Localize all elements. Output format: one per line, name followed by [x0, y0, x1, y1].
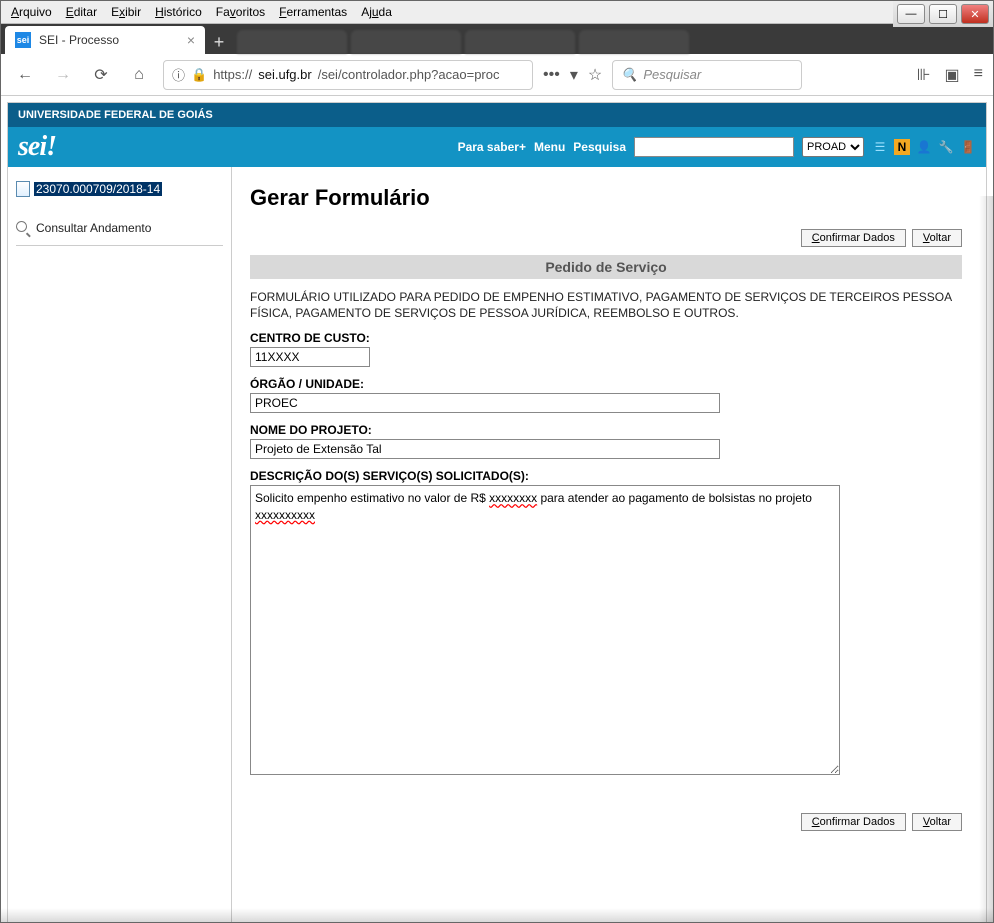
- sidebar-divider: [16, 245, 223, 246]
- url-path: /sei/controlador.php?acao=proc: [318, 67, 500, 82]
- sei-search-input[interactable]: [634, 137, 794, 157]
- tab-close-icon[interactable]: ×: [187, 32, 195, 48]
- sidebar-icon[interactable]: ▣: [945, 65, 960, 85]
- tab-title: SEI - Processo: [39, 33, 119, 47]
- confirmar-dados-button-top[interactable]: Confirmar Dados: [801, 229, 906, 247]
- label-nome-projeto: NOME DO PROJETO:: [250, 423, 962, 437]
- tab-active[interactable]: sei SEI - Processo ×: [5, 26, 205, 54]
- search-icon: 🔍: [621, 67, 637, 83]
- app-menubar: Arquivo Editar Exibir Histórico Favorito…: [1, 1, 993, 24]
- novidades-icon[interactable]: N: [894, 139, 910, 155]
- bookmark-star-icon[interactable]: ☆: [588, 65, 602, 85]
- button-row-top: Confirmar Dados Voltar: [250, 229, 962, 247]
- menu-exibir[interactable]: Exibir: [105, 3, 147, 21]
- form-pane: Gerar Formulário Confirmar Dados Voltar …: [232, 167, 986, 922]
- sei-toolbar-icons: ☰ N 👤 🔧 🚪: [872, 139, 976, 155]
- tab-favicon: sei: [15, 32, 31, 48]
- url-scheme: https://: [213, 67, 252, 82]
- page-viewport: UNIVERSIDADE FEDERAL DE GOIÁS sei! Para …: [1, 96, 993, 922]
- browser-window: — ☐ ✕ Arquivo Editar Exibir Histórico Fa…: [0, 0, 994, 923]
- more-actions-icon[interactable]: •••: [543, 66, 560, 84]
- link-menu[interactable]: Menu: [534, 140, 565, 154]
- browser-toolbar: ← → ⟳ ⌂ ⓘ 🔒 https:// sei.ufg.br/sei/contr…: [1, 54, 993, 96]
- control-processes-icon[interactable]: ☰: [872, 139, 888, 155]
- home-button[interactable]: ⌂: [125, 61, 153, 89]
- menu-ferramentas[interactable]: Ferramentas: [273, 3, 353, 21]
- menu-ajuda[interactable]: Ajuda: [355, 3, 398, 21]
- input-nome-projeto[interactable]: [250, 439, 720, 459]
- menu-historico[interactable]: Histórico: [149, 3, 208, 21]
- minimize-button[interactable]: —: [897, 4, 925, 24]
- body-split: 23070.000709/2018-14 Consultar Andamento…: [8, 167, 986, 922]
- config-icon[interactable]: 🔧: [938, 139, 954, 155]
- menu-editar[interactable]: Editar: [60, 3, 103, 21]
- link-pesquisa[interactable]: Pesquisa: [573, 140, 626, 154]
- consultar-label: Consultar Andamento: [36, 221, 151, 235]
- sei-page: UNIVERSIDADE FEDERAL DE GOIÁS sei! Para …: [7, 102, 987, 922]
- sei-topbar: sei! Para saber+ Menu Pesquisa PROAD ☰ N…: [8, 127, 986, 167]
- user-icon[interactable]: 👤: [916, 139, 932, 155]
- window-controls: — ☐ ✕: [893, 1, 993, 27]
- confirmar-dados-button-bottom[interactable]: Confirmar Dados: [801, 813, 906, 831]
- form-section-header: Pedido de Serviço: [250, 255, 962, 279]
- maximize-button[interactable]: ☐: [929, 4, 957, 24]
- lock-icon: 🔒: [191, 67, 207, 83]
- tab-background-2[interactable]: [351, 30, 461, 54]
- hamburger-menu-icon[interactable]: ≡: [974, 65, 983, 85]
- tab-background-4[interactable]: [579, 30, 689, 54]
- document-icon: [16, 181, 30, 197]
- label-centro-custo: CENTRO DE CUSTO:: [250, 331, 962, 345]
- url-bar[interactable]: ⓘ 🔒 https:// sei.ufg.br/sei/controlador.p…: [163, 60, 533, 90]
- tab-background-1[interactable]: [237, 30, 347, 54]
- sei-logo: sei!: [18, 131, 56, 163]
- toolbar-right: ⊪ ▣ ≡: [917, 65, 983, 85]
- input-orgao-unidade[interactable]: [250, 393, 720, 413]
- site-info-icon[interactable]: ⓘ: [172, 65, 185, 84]
- link-para-saber[interactable]: Para saber+: [458, 140, 526, 154]
- reload-button[interactable]: ⟳: [87, 61, 115, 89]
- forward-button[interactable]: →: [49, 61, 77, 89]
- new-tab-button[interactable]: +: [205, 30, 233, 54]
- unit-select[interactable]: PROAD: [802, 137, 864, 157]
- menu-arquivo[interactable]: Arquivo: [5, 3, 58, 21]
- page-actions: ••• ▾ ☆: [543, 65, 602, 85]
- search-placeholder: Pesquisar: [643, 67, 701, 82]
- tab-background-3[interactable]: [465, 30, 575, 54]
- label-orgao-unidade: ÓRGÃO / UNIDADE:: [250, 377, 962, 391]
- form-description: FORMULÁRIO UTILIZADO PARA PEDIDO DE EMPE…: [250, 289, 962, 321]
- label-descricao-servico: DESCRIÇÃO DO(S) SERVIÇO(S) SOLICITADO(S)…: [250, 469, 962, 483]
- menu-favoritos[interactable]: Favoritos: [210, 3, 271, 21]
- url-host: sei.ufg.br: [258, 67, 311, 82]
- process-number: 23070.000709/2018-14: [34, 182, 162, 196]
- university-bar: UNIVERSIDADE FEDERAL DE GOIÁS: [8, 103, 986, 127]
- process-tree-pane: 23070.000709/2018-14 Consultar Andamento: [8, 167, 232, 922]
- input-centro-custo[interactable]: [250, 347, 370, 367]
- reader-icon[interactable]: ▾: [570, 65, 578, 85]
- voltar-button-top[interactable]: Voltar: [912, 229, 962, 247]
- voltar-button-bottom[interactable]: Voltar: [912, 813, 962, 831]
- library-icon[interactable]: ⊪: [917, 65, 931, 85]
- search-box[interactable]: 🔍 Pesquisar: [612, 60, 802, 90]
- back-button[interactable]: ←: [11, 61, 39, 89]
- process-link[interactable]: 23070.000709/2018-14: [16, 181, 223, 197]
- magnifier-icon: [16, 221, 30, 235]
- textarea-descricao-servico[interactable]: Solicito empenho estimativo no valor de …: [250, 485, 840, 775]
- consultar-andamento-link[interactable]: Consultar Andamento: [16, 221, 223, 235]
- exit-icon[interactable]: 🚪: [960, 139, 976, 155]
- button-row-bottom: Confirmar Dados Voltar: [250, 813, 962, 831]
- tab-strip: sei SEI - Processo × +: [1, 24, 993, 54]
- close-button[interactable]: ✕: [961, 4, 989, 24]
- page-title: Gerar Formulário: [250, 185, 962, 211]
